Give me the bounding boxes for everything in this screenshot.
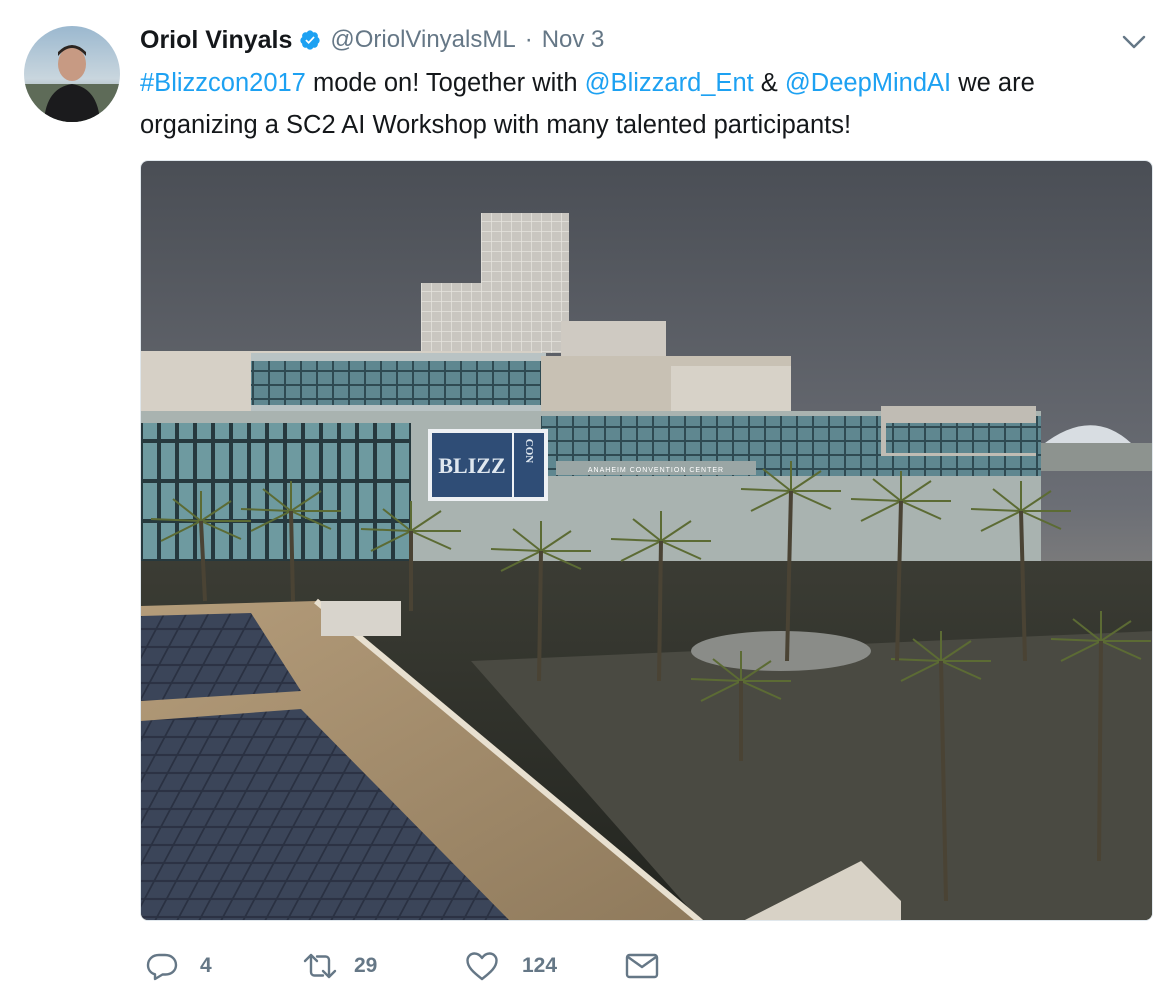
direct-message-icon: [625, 953, 659, 979]
separator-dot: ·: [524, 26, 533, 53]
sign-text-top: BLIZZ: [438, 453, 505, 478]
tweet-timestamp[interactable]: Nov 3: [542, 26, 605, 54]
chevron-down-icon[interactable]: [1120, 30, 1148, 54]
tweet: Oriol Vinyals @OriolVinyalsML · Nov 3 #B…: [0, 0, 1174, 1004]
retweet-icon: [303, 953, 337, 979]
tweet-photo[interactable]: BLIZZ CON ANAHEIM CONVENTION CENTER: [140, 160, 1153, 921]
like-button[interactable]: 124: [464, 946, 557, 986]
sign-text-side: CON: [523, 439, 535, 464]
verified-badge-icon: [300, 30, 321, 50]
tweet-header: Oriol Vinyals @OriolVinyalsML · Nov 3: [140, 22, 604, 58]
avatar[interactable]: [24, 26, 120, 122]
like-count: 124: [522, 954, 558, 977]
mention-link-blizzard[interactable]: @Blizzard_Ent: [585, 69, 754, 97]
mention-link-deepmind[interactable]: @DeepMindAI: [785, 69, 951, 97]
author-name[interactable]: Oriol Vinyals: [140, 26, 292, 55]
reply-button[interactable]: 4: [144, 946, 212, 986]
tweet-text: #Blizzcon2017 mode on! Together with @Bl…: [140, 62, 1150, 146]
building-text: ANAHEIM CONVENTION CENTER: [588, 467, 724, 474]
retweet-count: 29: [354, 954, 378, 977]
direct-message-button[interactable]: [624, 946, 660, 986]
tweet-actions: 4 29 124: [144, 946, 744, 986]
retweet-button[interactable]: 29: [302, 946, 377, 986]
reply-icon: [146, 953, 178, 981]
like-icon: [466, 952, 498, 981]
reply-count: 4: [200, 954, 212, 977]
tweet-text-part: mode on! Together with: [305, 69, 585, 97]
hashtag-link[interactable]: #Blizzcon2017: [140, 69, 306, 97]
author-handle[interactable]: @OriolVinyalsML: [330, 26, 515, 54]
tweet-text-part: &: [753, 69, 785, 97]
